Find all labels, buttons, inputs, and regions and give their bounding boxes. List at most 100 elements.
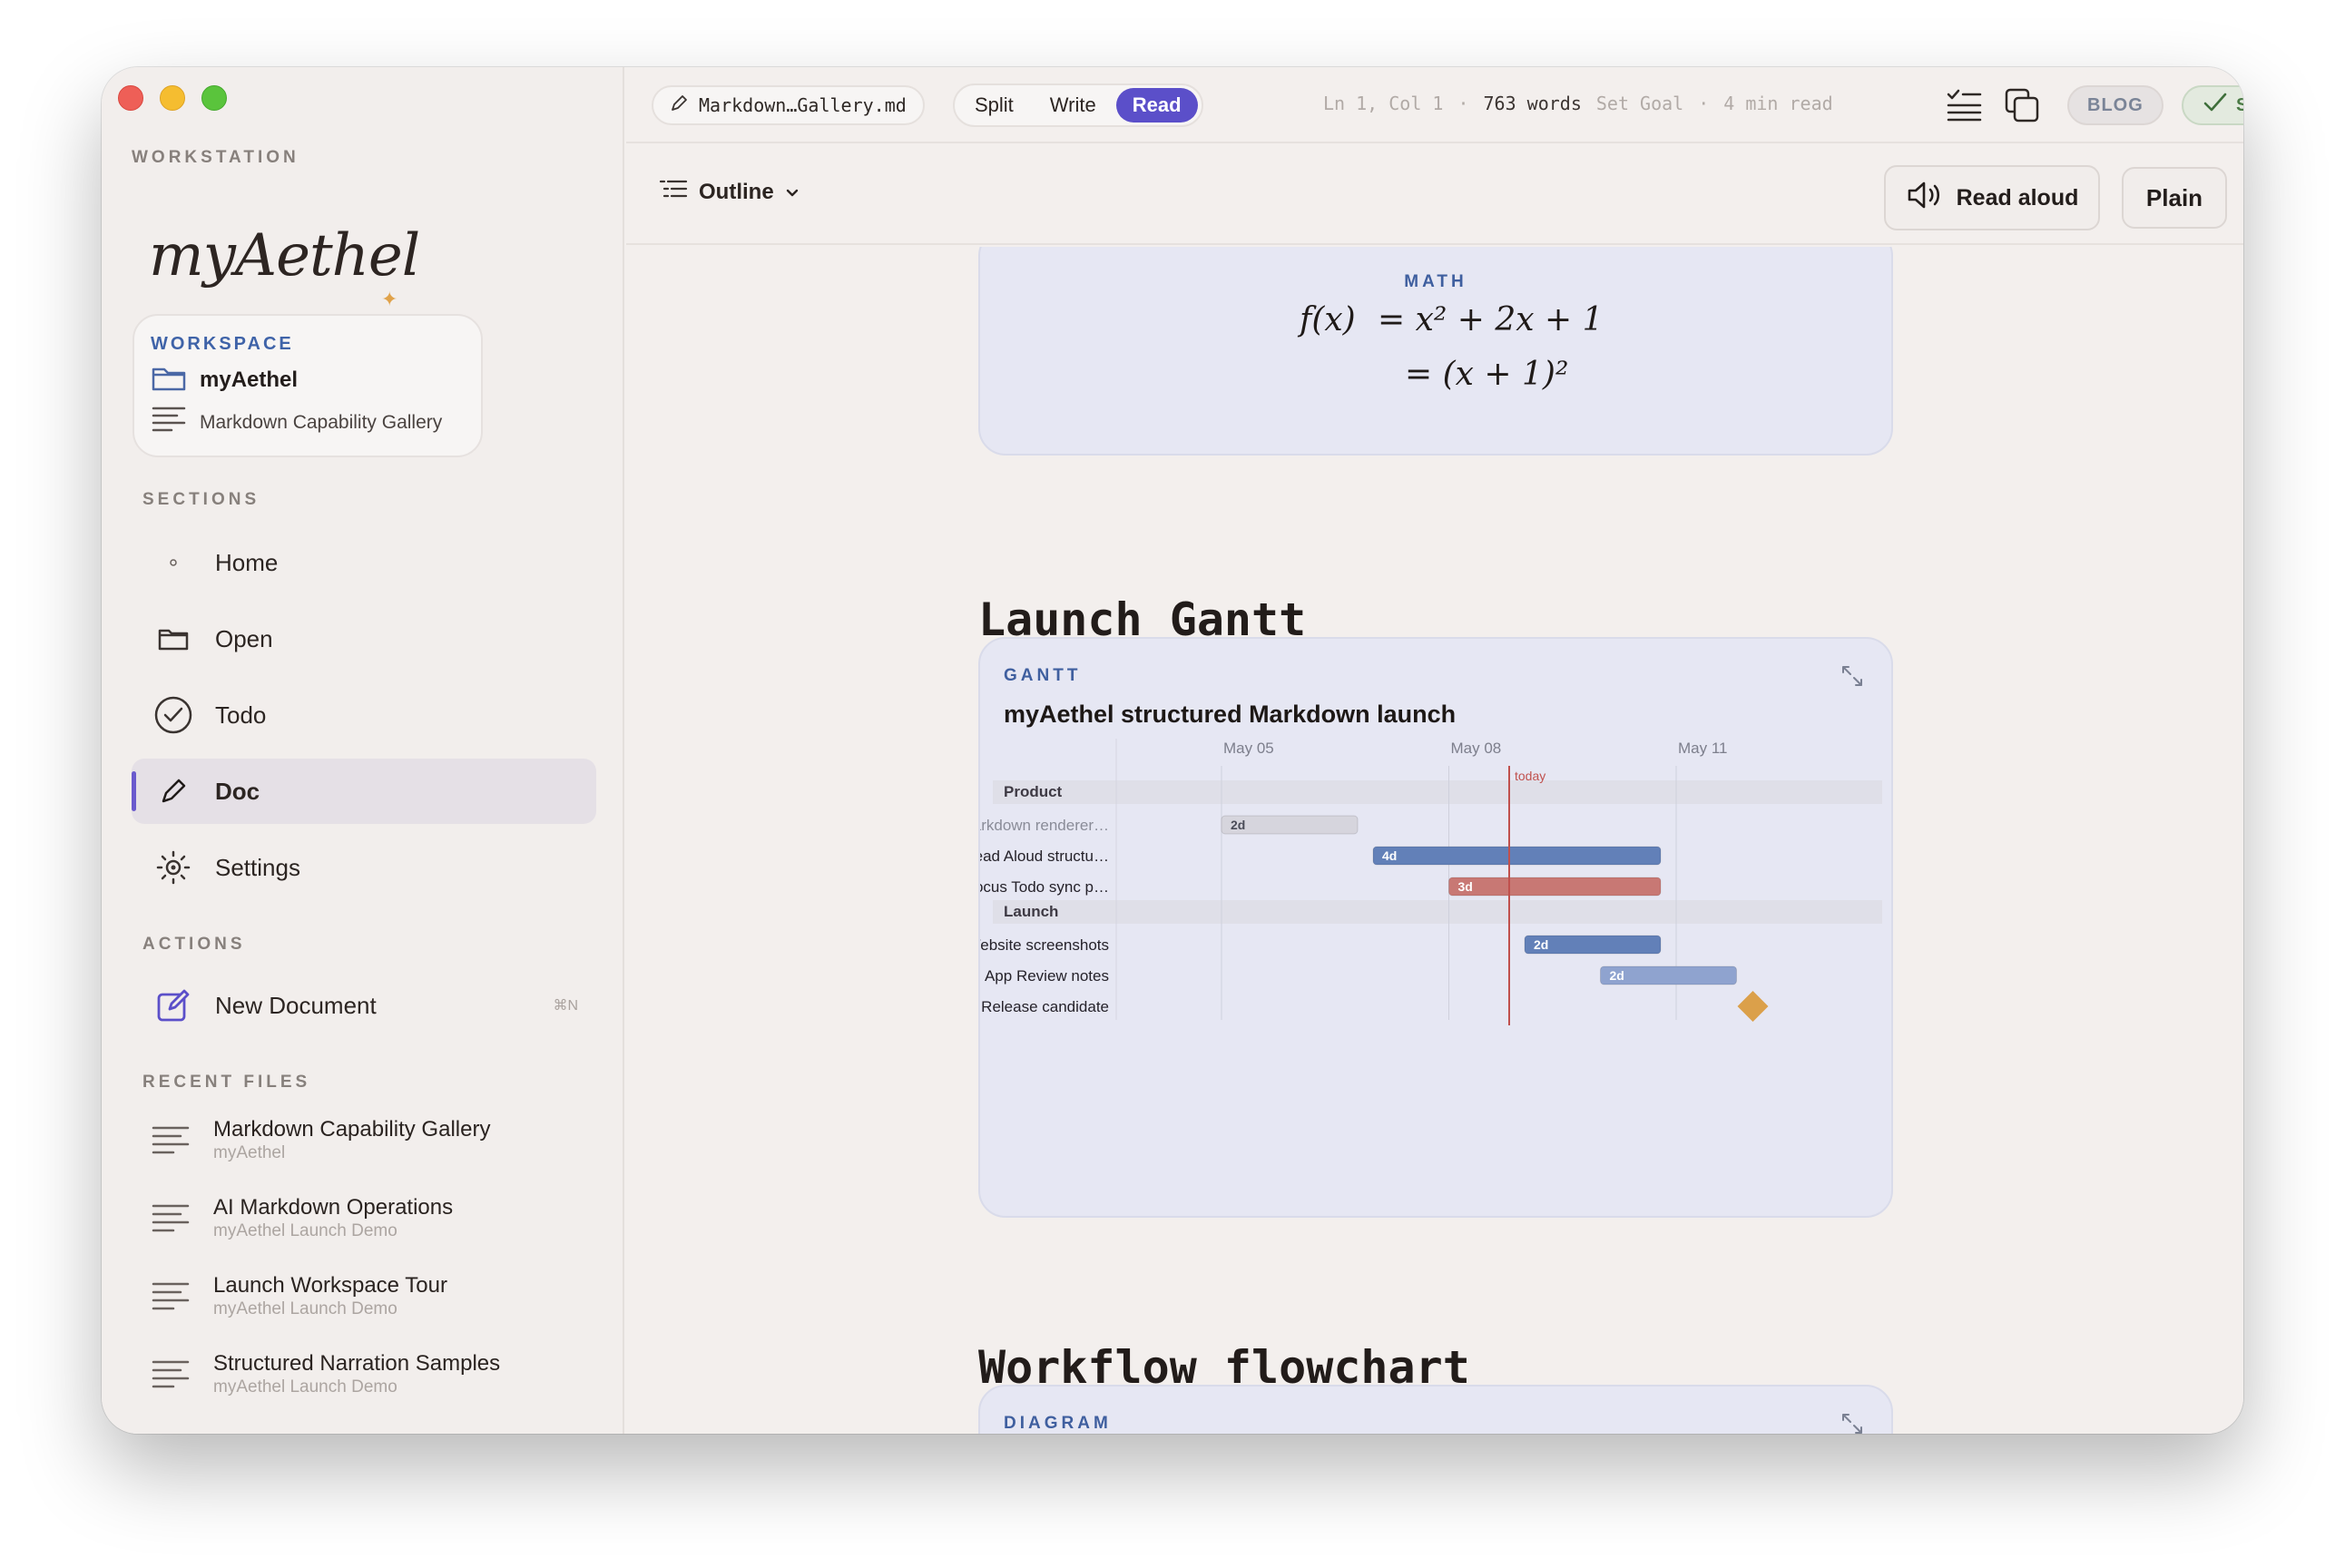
gantt-task-label: Markdown renderer… [980,817,1109,834]
document-stats: Ln 1, Col 1 · 763 words Set Goal · 4 min… [1323,93,1833,114]
checklist-icon[interactable] [1942,83,1986,127]
sidebar-item-doc[interactable]: Doc [132,759,596,824]
sidebar-item-label: Settings [215,853,300,881]
workspace-header: WORKSPACE [151,334,294,354]
copy-icon[interactable] [2000,83,2044,127]
document-lines-icon [152,1123,191,1164]
new-document-button[interactable]: New Document ⌘N [132,973,596,1038]
sparkle-icon: ✦ [381,288,398,310]
workspace-card[interactable]: WORKSPACE myAethel Markdown Capability G… [132,314,483,457]
view-mode-switcher: Split Write Read [953,83,1203,127]
document-lines-icon [152,1279,191,1320]
sidebar-item-label: Home [215,548,279,576]
sidebar-item-settings[interactable]: Settings [132,835,596,900]
mode-read-button[interactable]: Read [1115,88,1198,122]
pencil-icon [670,94,688,117]
document-view: MATH f(x) = x² + 2x + 1 = (x + 1)² Launc… [626,247,2243,1434]
minimize-window-button[interactable] [160,85,185,111]
compose-icon [152,984,195,1027]
sidebar-item-label: Doc [215,777,260,805]
filename-pill[interactable]: Markdown…Gallery.md [652,85,925,125]
pencil-icon [152,769,195,813]
recent-file-item[interactable]: Markdown Capability Gallery myAethel [152,1116,587,1171]
read-aloud-button[interactable]: Read aloud [1884,165,2100,230]
mode-write-button[interactable]: Write [1034,88,1113,122]
window-controls [118,85,227,111]
expand-icon[interactable] [1839,1410,1866,1434]
outline-dropdown[interactable]: Outline [659,178,800,206]
recent-file-title: Structured Narration Samples [213,1351,501,1376]
checkmark-icon [2203,93,2227,118]
gantt-duration-label: 2d [1610,968,1624,983]
sidebar-item-home[interactable]: Home [132,530,596,595]
gantt-bar [1448,877,1662,897]
set-goal-button[interactable]: Set Goal [1596,93,1683,114]
app-logo: myAethel ✦ [138,190,420,310]
toolbar: Markdown…Gallery.md Split Write Read Ln … [626,67,2243,143]
gantt-duration-label: 4d [1382,848,1397,863]
recent-file-title: Markdown Capability Gallery [213,1117,491,1142]
recent-file-subtitle: myAethel [213,1143,286,1162]
mode-split-button[interactable]: Split [958,88,1030,122]
folder-icon [152,617,195,661]
gantt-duration-label: 3d [1458,879,1473,894]
cursor-position: Ln 1, Col 1 [1323,93,1444,114]
plain-button[interactable]: Plain [2122,167,2227,229]
stats-separator: · [1698,93,1710,114]
sidebar: WORKSTATION myAethel ✦ WORKSPACE myAethe… [102,67,624,1434]
gantt-tick-label: May 08 [1451,740,1502,757]
gantt-task-label: Website screenshots [980,936,1109,954]
gantt-today-label: today [1515,769,1545,783]
gantt-task-label: Focus Todo sync p… [980,878,1109,896]
main-pane: Markdown…Gallery.md Split Write Read Ln … [626,67,2243,1434]
app-window: WORKSTATION myAethel ✦ WORKSPACE myAethe… [102,67,2243,1434]
gantt-bar [1372,846,1662,866]
read-time: 4 min read [1723,93,1833,114]
document-lines-icon [152,1357,191,1398]
filename: Markdown…Gallery.md [699,94,907,116]
math-line-2: = (x + 1)² [1405,356,1569,393]
math-label: MATH [1404,272,1467,291]
recent-file-item[interactable]: Structured Narration Samples myAethel Lau… [152,1350,587,1405]
diagram-block: DIAGRAM [978,1385,1893,1434]
word-count: 763 words [1483,93,1582,114]
gantt-block: GANTT myAethel structured Markdown launc… [978,637,1893,1218]
gantt-duration-label: 2d [1534,937,1548,952]
gantt-section-band [993,780,1882,804]
sections-label: SECTIONS [142,490,260,509]
sidebar-item-label: Todo [215,701,267,729]
document-lines-icon [152,1201,191,1242]
sidebar-item-open[interactable]: Open [132,606,596,671]
document-subbar: Outline Read aloud Plain [626,145,2243,245]
close-window-button[interactable] [118,85,143,111]
gantt-milestone [1737,991,1769,1022]
recent-file-item[interactable]: Launch Workspace Tour myAethel Launch Dem… [152,1272,587,1327]
recent-file-title: Launch Workspace Tour [213,1273,447,1298]
sidebar-item-label: Open [215,624,273,652]
gantt-task-label: Read Aloud structu… [980,848,1109,865]
gantt-label: GANTT [1004,666,1082,685]
check-circle-icon [152,693,195,737]
workspace-document: Markdown Capability Gallery [200,411,443,433]
gantt-tick-label: May 05 [1223,740,1274,757]
logo-text: myAethel [149,222,420,289]
blog-button[interactable]: BLOG [2067,85,2163,125]
gantt-section-label: Product [1004,783,1063,800]
recent-file-subtitle: myAethel Launch Demo [213,1299,397,1318]
expand-icon[interactable] [1839,662,1866,690]
workstation-label: WORKSTATION [132,148,299,167]
actions-label: ACTIONS [142,935,246,954]
new-document-shortcut: ⌘N [553,998,578,1014]
recent-file-item[interactable]: AI Markdown Operations myAethel Launch De… [152,1194,587,1249]
zoom-window-button[interactable] [201,85,227,111]
speaker-icon [1906,180,1946,217]
gantt-title: myAethel structured Markdown launch [1004,701,1457,728]
math-block: MATH f(x) = x² + 2x + 1 = (x + 1)² [978,247,1893,456]
read-aloud-label: Read aloud [1956,184,2079,211]
math-line-1: = x² + 2x + 1 [1378,301,1604,338]
gantt-section-label: Launch [1004,903,1058,920]
chevron-down-icon [785,180,800,205]
sidebar-item-todo[interactable]: Todo [132,682,596,748]
saved-status-badge: SAVED [2182,85,2243,125]
gear-icon [152,846,195,889]
